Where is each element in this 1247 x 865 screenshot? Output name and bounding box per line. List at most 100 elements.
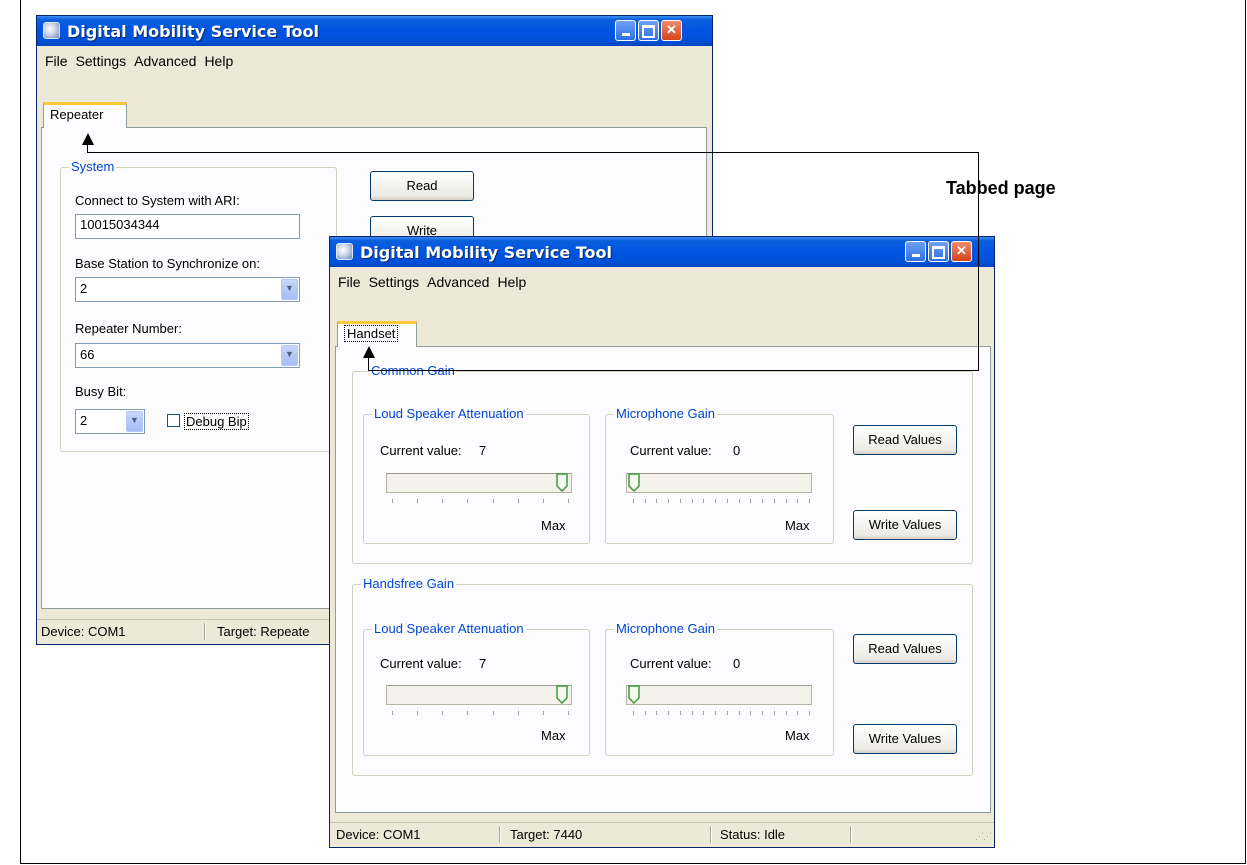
slider-tick [739,499,740,503]
maximize-button[interactable] [928,241,949,262]
slider-tick [493,499,494,503]
handsfree-mic-slider[interactable] [626,685,812,705]
busy-bit-value: 2 [80,413,88,428]
slider-tick [442,711,443,715]
common-mic-slider[interactable] [626,473,812,493]
slider-thumb[interactable] [628,473,640,495]
base-station-label: Base Station to Synchronize on: [75,256,261,271]
back-status-device: Device: COM1 [41,624,126,639]
slider-tick [727,711,728,715]
slider-tick [692,499,693,503]
handsfree-mic-max: Max [785,728,810,743]
menu-advanced[interactable]: Advanced [423,267,493,297]
resize-grip-icon[interactable]: ⋰⋰ [975,831,992,842]
slider-tick [467,711,468,715]
front-status-state: Status: Idle [720,827,786,842]
slider-tick [518,711,519,715]
ari-input[interactable]: 10015034344 [75,214,300,239]
front-status-target: Target: 7440 [510,827,583,842]
common-mic-value: 0 [733,443,741,458]
repeater-number-select[interactable]: 66 ▼ [75,343,300,368]
slider-tick [645,499,646,503]
common-speaker-slider[interactable] [386,473,572,493]
read-button[interactable]: Read [370,171,474,201]
handsfree-speaker-title: Loud Speaker Attenuation [372,621,526,637]
close-button[interactable]: ✕ [661,20,682,41]
debug-bip-label: Debug Bip [184,413,249,430]
close-button[interactable]: ✕ [951,241,972,262]
menu-file[interactable]: File [41,46,72,76]
common-speaker-title: Loud Speaker Attenuation [372,406,526,422]
common-write-values-button[interactable]: Write Values [853,510,957,540]
menu-file[interactable]: File [334,267,365,297]
handsfree-speaker-ticks [392,711,569,717]
common-speaker-max: Max [541,518,566,533]
maximize-icon [642,25,655,38]
common-gain-title: Common Gain [369,363,457,379]
slider-tick [543,499,544,503]
minimize-icon [621,33,630,36]
back-title-bar[interactable]: Digital Mobility Service Tool ✕ [37,16,712,46]
status-separator [710,826,712,843]
slider-tick [543,711,544,715]
slider-tick [786,499,787,503]
callout-line-bottom [368,370,979,371]
menu-help[interactable]: Help [200,46,237,76]
menu-settings[interactable]: Settings [365,267,424,297]
maximize-icon [932,246,945,259]
chevron-down-icon[interactable]: ▼ [126,411,143,432]
ari-label: Connect to System with ARI: [75,193,240,208]
slider-tick [750,711,751,715]
busy-bit-label: Busy Bit: [75,384,127,399]
slider-thumb[interactable] [556,685,568,707]
handsfree-speaker-slider[interactable] [386,685,572,705]
tab-handset[interactable]: Handset [337,321,417,347]
base-station-select[interactable]: 2 ▼ [75,277,300,302]
status-separator [850,826,852,843]
slider-tick [392,499,393,503]
menu-help[interactable]: Help [493,267,530,297]
common-mic-current-label: Current value: [630,443,712,458]
handsfree-read-values-button[interactable]: Read Values [853,634,957,664]
front-title-bar[interactable]: Digital Mobility Service Tool ✕ [330,237,994,267]
handsfree-speaker-current-label: Current value: [380,656,462,671]
slider-tick [797,711,798,715]
chevron-down-icon[interactable]: ▼ [281,279,298,300]
front-status-device: Device: COM1 [336,827,421,842]
slider-thumb[interactable] [628,685,640,707]
debug-bip-checkbox[interactable] [167,414,180,427]
menu-advanced[interactable]: Advanced [130,46,200,76]
slider-tick [493,711,494,715]
slider-tick [703,499,704,503]
minimize-button[interactable] [905,241,926,262]
busy-bit-select[interactable]: 2 ▼ [75,409,145,434]
slider-tick [715,711,716,715]
slider-tick [656,499,657,503]
menu-settings[interactable]: Settings [72,46,131,76]
slider-tick [797,499,798,503]
common-mic-title: Microphone Gain [614,406,717,422]
slider-tick [809,499,810,503]
slider-thumb[interactable] [556,473,568,495]
maximize-button[interactable] [638,20,659,41]
common-mic-ticks [633,499,810,505]
slider-tick [703,711,704,715]
slider-tick [774,499,775,503]
app-icon [336,243,353,260]
base-station-value: 2 [80,281,88,296]
arrow-up-icon [82,133,94,145]
common-read-values-button[interactable]: Read Values [853,425,957,455]
chevron-down-icon[interactable]: ▼ [281,345,298,366]
front-menu-bar: File Settings Advanced Help [330,267,994,297]
minimize-button[interactable] [615,20,636,41]
system-group-title: System [69,159,117,175]
tab-repeater[interactable]: Repeater [43,102,127,128]
slider-tick [568,499,569,503]
handsfree-write-values-button[interactable]: Write Values [853,724,957,754]
status-separator [499,826,501,843]
callout-label: Tabbed page [946,178,1056,198]
handsfree-speaker-max: Max [541,728,566,743]
back-menu-bar: File Settings Advanced Help [37,46,712,76]
common-speaker-current-label: Current value: [380,443,462,458]
common-speaker-value: 7 [479,443,487,458]
